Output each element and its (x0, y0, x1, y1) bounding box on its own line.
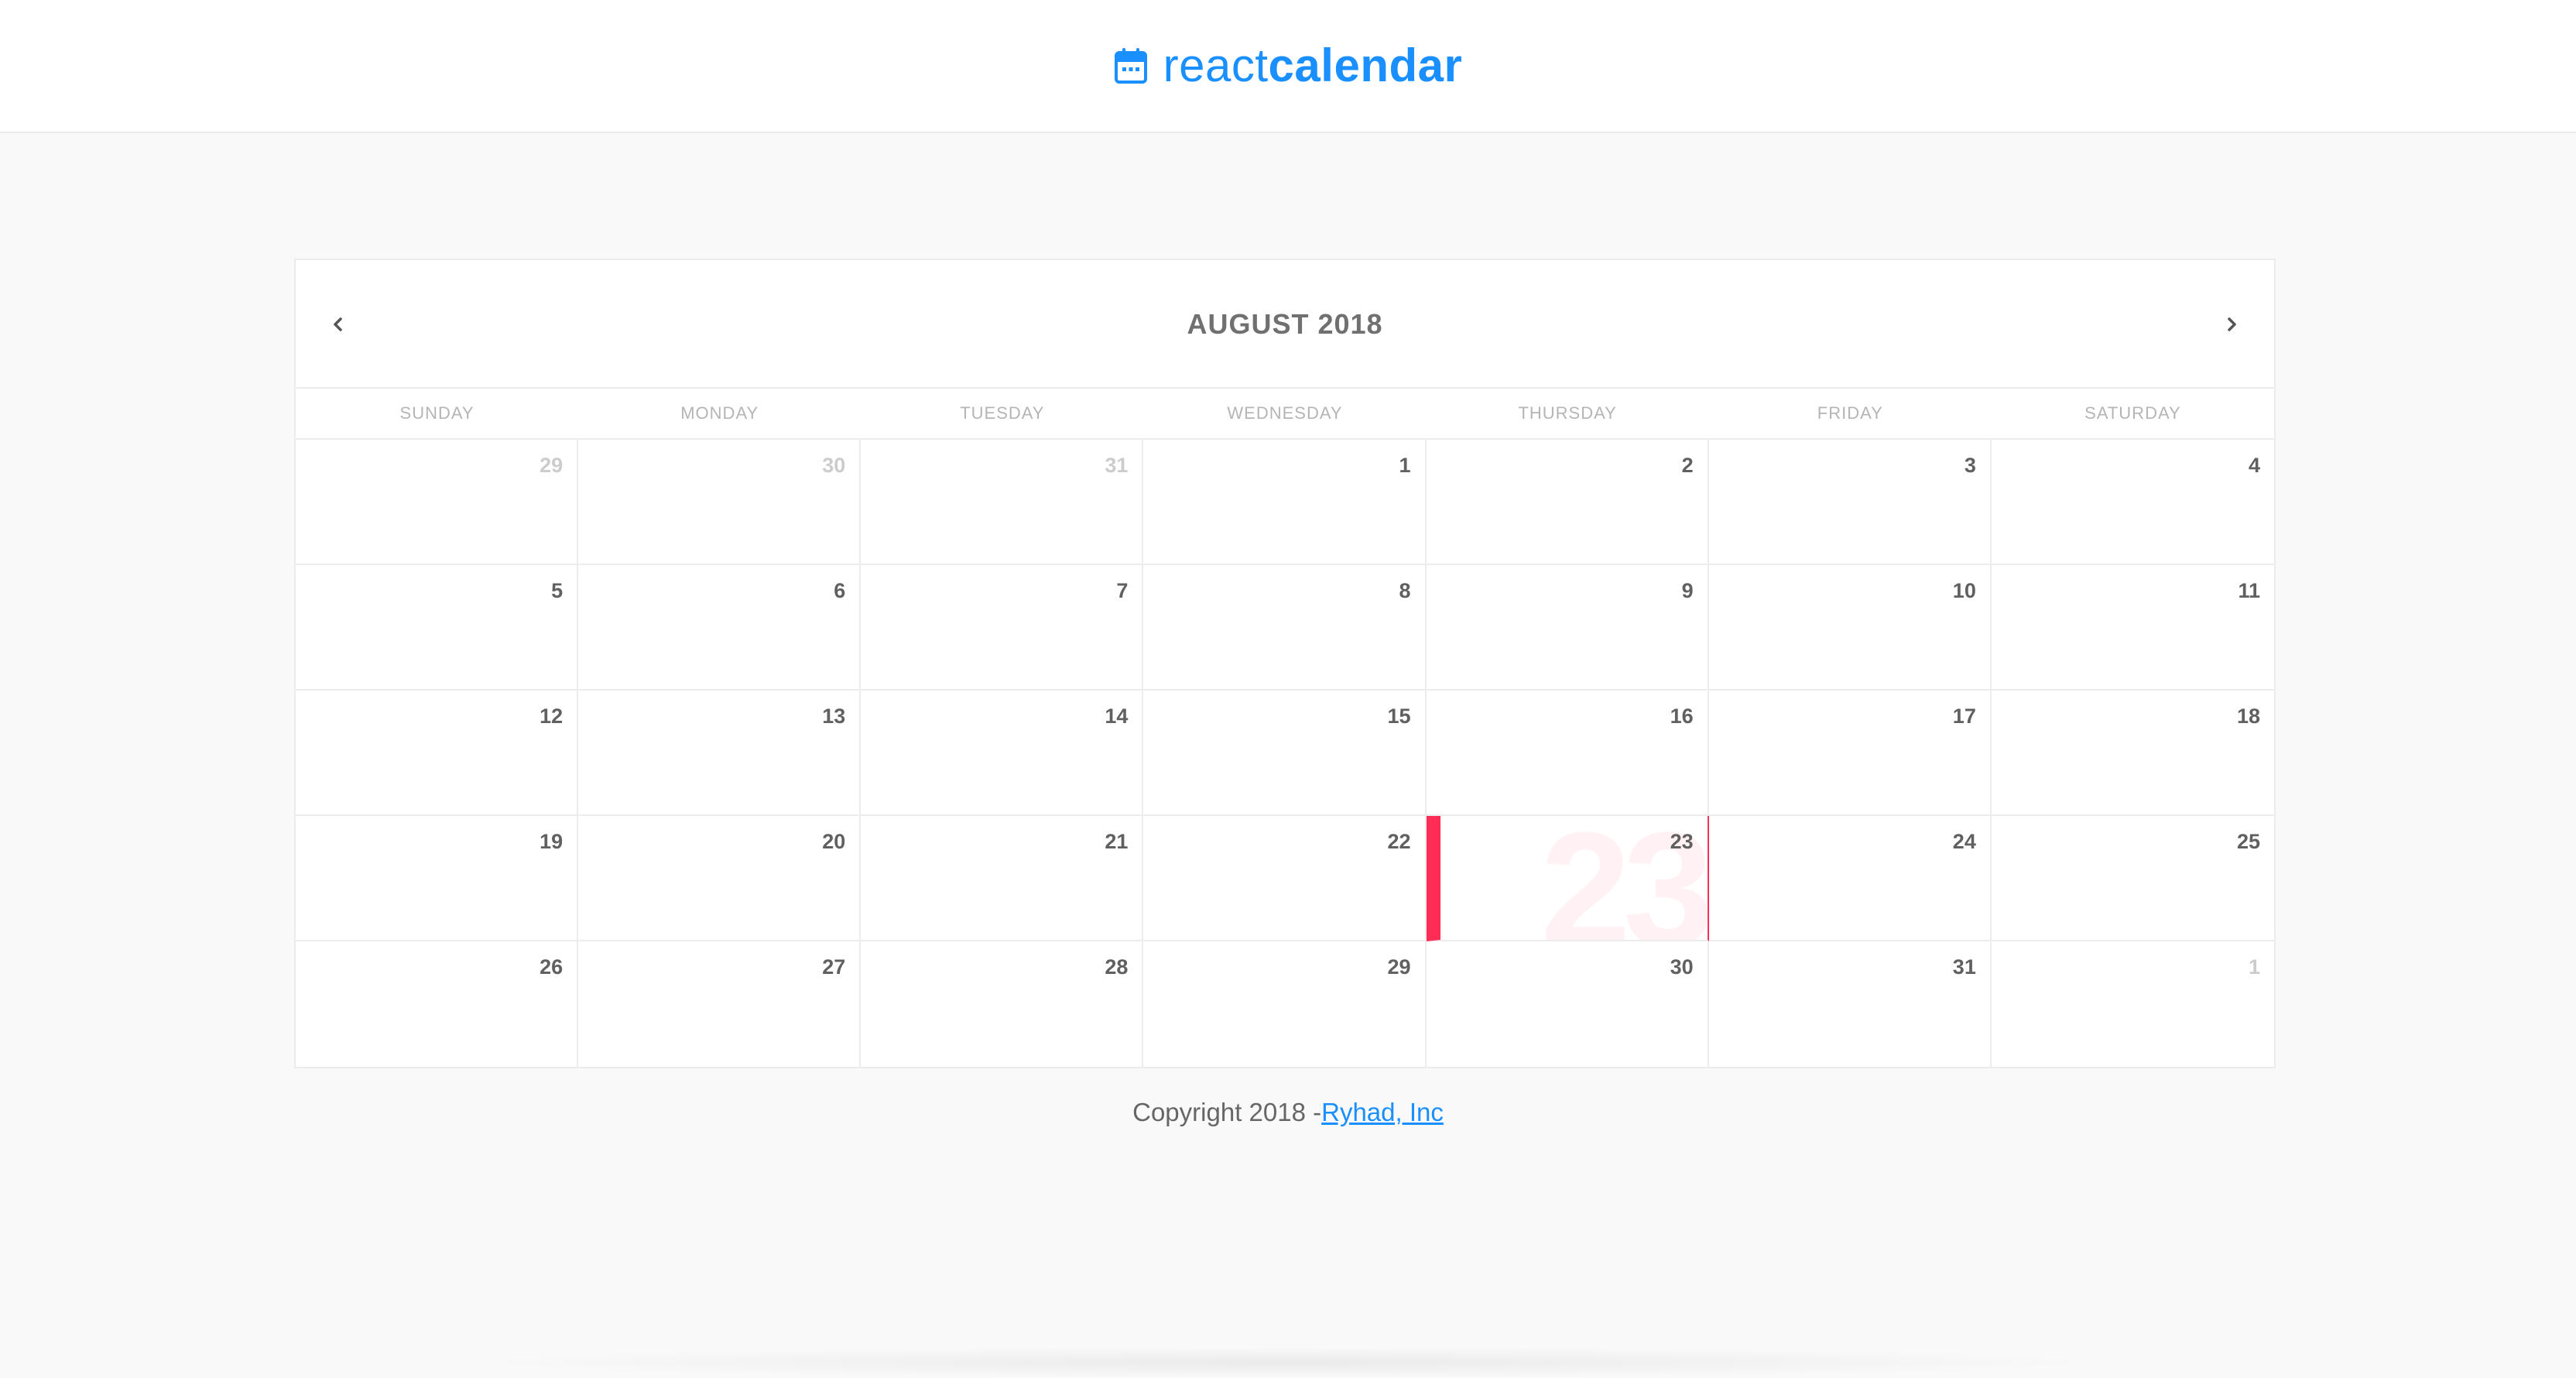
calendar-header: AUGUST 2018 (296, 260, 2274, 389)
day-cell[interactable]: 26 (296, 941, 579, 1067)
day-cell[interactable]: 29 (296, 440, 579, 565)
calendar-grid: 29 30 31 1 2 3 4 5 6 7 8 9 10 11 12 13 14 15 16 17 18 19 20 21 2… (296, 440, 2274, 1067)
day-cell[interactable]: 12 (296, 691, 579, 816)
day-number: 7 (1116, 579, 1129, 602)
day-cell[interactable]: 17 (1708, 691, 1992, 816)
day-cell[interactable]: 1 (1991, 941, 2274, 1067)
day-cell[interactable]: 22 (1143, 816, 1427, 941)
next-month-button[interactable] (2212, 305, 2251, 344)
day-cell[interactable]: 13 (578, 691, 862, 816)
brand-name-bold: calendar (1268, 39, 1463, 91)
day-number: 2 (1681, 454, 1694, 477)
day-cell[interactable]: 14 (861, 691, 1144, 816)
day-cell[interactable]: 31 (861, 440, 1144, 565)
day-number: 26 (540, 955, 564, 979)
day-number: 31 (1105, 454, 1129, 477)
day-cell[interactable]: 20 (578, 816, 862, 941)
weekday-label-monday: MONDAY (680, 403, 759, 423)
day-cell[interactable]: 9 (1426, 565, 1709, 691)
day-cell[interactable]: 29 (1143, 941, 1427, 1067)
weekday-header-row: SUNDAY MONDAY TUESDAY WEDNESDAY THURSDAY FRID… (296, 389, 2274, 440)
weekday-label-thursday: THURSDAY (1518, 403, 1617, 423)
calendar: AUGUST 2018 SUNDAY MONDAY TUESDAY WEDNESDAY… (294, 259, 2276, 1068)
day-number: 23 (1670, 830, 1694, 853)
day-number: 1 (1399, 454, 1411, 477)
top-bar: reactcalendar (0, 0, 2576, 133)
day-number: 29 (540, 454, 564, 477)
day-number: 30 (822, 454, 846, 477)
day-cell[interactable]: 28 (861, 941, 1144, 1067)
day-number: 9 (1681, 579, 1694, 602)
day-number: 18 (2236, 704, 2260, 728)
chevron-right-icon (2228, 317, 2236, 331)
day-number: 3 (1964, 454, 1976, 477)
day-number: 31 (1952, 955, 1976, 979)
weekday-label-friday: FRIDAY (1817, 403, 1883, 423)
day-number: 25 (2236, 830, 2260, 853)
day-cell-selected[interactable]: 23 23 (1426, 816, 1709, 941)
calendar-icon (1114, 48, 1147, 84)
day-number: 4 (2248, 454, 2260, 477)
day-cell[interactable]: 3 (1708, 440, 1992, 565)
day-number: 10 (1952, 579, 1976, 602)
day-cell[interactable]: 2 (1426, 440, 1709, 565)
day-cell[interactable]: 27 (578, 941, 862, 1067)
chevron-left-icon (334, 317, 342, 331)
day-cell[interactable]: 6 (578, 565, 862, 691)
day-number: 27 (822, 955, 846, 979)
day-number: 11 (2238, 579, 2260, 602)
weekday-label-saturday: SATURDAY (2084, 403, 2181, 423)
day-cell[interactable]: 15 (1143, 691, 1427, 816)
month-title: AUGUST 2018 (1187, 308, 1383, 340)
brand-name-light: react (1163, 39, 1269, 91)
company-link[interactable]: Ryhad, Inc (1321, 1098, 1444, 1126)
day-number: 5 (551, 579, 564, 602)
day-cell[interactable]: 10 (1708, 565, 1992, 691)
day-cell[interactable]: 31 (1708, 941, 1992, 1067)
day-number: 6 (834, 579, 846, 602)
day-number: 19 (540, 830, 564, 853)
day-cell[interactable]: 25 (1991, 816, 2274, 941)
day-cell[interactable]: 24 (1708, 816, 1992, 941)
day-number: 21 (1105, 830, 1129, 853)
weekday-label-tuesday: TUESDAY (960, 403, 1045, 423)
day-cell[interactable]: 16 (1426, 691, 1709, 816)
day-cell[interactable]: 30 (1426, 941, 1709, 1067)
day-cell[interactable]: 4 (1991, 440, 2274, 565)
day-cell[interactable]: 21 (861, 816, 1144, 941)
prev-month-button[interactable] (319, 305, 358, 344)
app-logo[interactable]: reactcalendar (1114, 43, 1463, 89)
day-cell[interactable]: 30 (578, 440, 862, 565)
brand-name: reactcalendar (1163, 43, 1463, 89)
day-cell[interactable]: 18 (1991, 691, 2274, 816)
day-cell[interactable]: 5 (296, 565, 579, 691)
day-number: 28 (1105, 955, 1129, 979)
day-number: 24 (1952, 830, 1976, 853)
day-number: 8 (1399, 579, 1411, 602)
day-number: 22 (1387, 830, 1411, 853)
day-cell[interactable]: 19 (296, 816, 579, 941)
day-number: 14 (1105, 704, 1129, 728)
day-cell[interactable]: 8 (1143, 565, 1427, 691)
day-cell[interactable]: 7 (861, 565, 1144, 691)
day-number: 20 (822, 830, 846, 853)
day-number: 15 (1387, 704, 1411, 728)
copyright-text: Copyright 2018 - (1132, 1098, 1322, 1126)
day-cell[interactable]: 11 (1991, 565, 2274, 691)
day-number: 13 (822, 704, 846, 728)
weekday-label-wednesday: WEDNESDAY (1227, 403, 1343, 423)
day-number: 29 (1387, 955, 1411, 979)
day-cell[interactable]: 1 (1143, 440, 1427, 565)
day-number: 12 (540, 704, 564, 728)
day-number: 16 (1670, 704, 1694, 728)
day-number: 1 (2248, 955, 2260, 979)
day-number: 17 (1952, 704, 1976, 728)
day-number: 30 (1670, 955, 1694, 979)
bottom-shadow (464, 1347, 2112, 1378)
weekday-label-sunday: SUNDAY (399, 403, 474, 423)
footer: Copyright 2018 -Ryhad, Inc (0, 1098, 2576, 1127)
